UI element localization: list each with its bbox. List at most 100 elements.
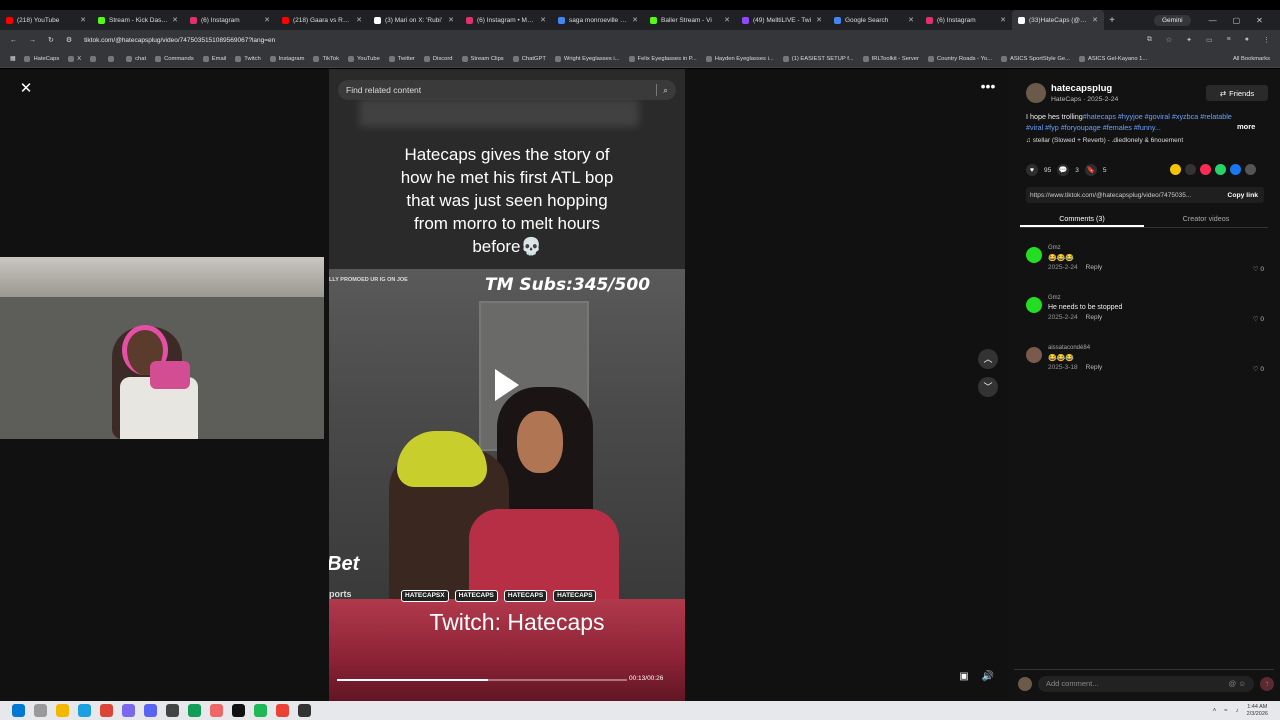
apps-icon[interactable]: ▦ (10, 56, 15, 62)
sidepanel-icon[interactable]: ▭ (1206, 36, 1213, 44)
bookmark-item[interactable]: Email (202, 55, 226, 62)
bookmark-item[interactable]: TikTok (313, 55, 339, 62)
bookmark-item[interactable]: Twitch (235, 55, 261, 62)
bookmark-item[interactable]: ASICS Gel-Kayano 1... (1078, 55, 1147, 62)
browser-tab[interactable]: (6) Instagram ✕ (920, 10, 1012, 30)
browser-tab[interactable]: Stream - Kick Dashbo ✕ (92, 10, 184, 30)
more-button[interactable]: more (1237, 122, 1255, 131)
back-icon[interactable]: ← (10, 37, 17, 44)
search-icon[interactable]: ⌕ (663, 85, 668, 96)
files-icon[interactable] (56, 704, 69, 717)
volume-icon[interactable]: 🔊 (980, 671, 996, 687)
comment-input[interactable]: Add comment... @ ☺ (1038, 675, 1254, 692)
avatar[interactable] (1026, 347, 1042, 363)
search-icon[interactable] (34, 704, 47, 717)
browser-tab[interactable]: (33)HateCaps (@hat ✕ (1012, 10, 1104, 30)
facebook-icon[interactable] (1230, 164, 1241, 175)
terminal-icon[interactable] (232, 704, 245, 717)
cast-icon[interactable]: ≡ (1227, 36, 1231, 44)
maximize-icon[interactable]: ▢ (1233, 16, 1241, 25)
bookmark-item[interactable] (90, 55, 99, 62)
extensions-icon[interactable]: ✦ (1186, 36, 1192, 44)
new-tab-icon[interactable]: + (1104, 15, 1120, 26)
reply-button[interactable]: Reply (1086, 264, 1103, 271)
close-tab-icon[interactable]: ✕ (632, 16, 638, 24)
comment-author[interactable]: Gmz (1048, 245, 1061, 251)
browser-tab[interactable]: (3) Mari on X: 'Rubi' ✕ (368, 10, 460, 30)
search-input[interactable]: Find related content ⌕ (338, 80, 676, 100)
bookmark-star-icon[interactable]: ☆ (1166, 36, 1172, 44)
browser-tab[interactable]: Google Search ✕ (828, 10, 920, 30)
close-tab-icon[interactable]: ✕ (816, 16, 822, 24)
username[interactable]: hatecapsplug (1051, 83, 1112, 94)
site-info-icon[interactable]: ⚙ (66, 36, 72, 44)
tab-creator-videos[interactable]: Creator videos (1144, 211, 1268, 227)
embed-icon[interactable] (1185, 164, 1196, 175)
comment-author[interactable]: aissatacondé84 (1048, 345, 1090, 351)
start-icon[interactable] (12, 704, 25, 717)
close-tab-icon[interactable]: ✕ (448, 16, 454, 24)
browser-tab[interactable]: (49) MelltiLIVE - Twi ✕ (736, 10, 828, 30)
install-icon[interactable]: ⧉ (1147, 36, 1152, 44)
like-icon[interactable]: ♥ (1026, 164, 1038, 176)
bookmark-item[interactable]: chat (126, 55, 146, 62)
browser-tab[interactable]: (6) Instagram • Mess ✕ (460, 10, 552, 30)
browser-tab[interactable]: (6) Instagram ✕ (184, 10, 276, 30)
share-icon[interactable] (1200, 164, 1211, 175)
whatsapp-icon[interactable] (1215, 164, 1226, 175)
mention-icon[interactable]: @ (1229, 679, 1237, 688)
chrome-icon[interactable] (100, 704, 113, 717)
emoji-icon[interactable]: ☺ (1238, 679, 1246, 688)
close-tab-icon[interactable]: ✕ (264, 16, 270, 24)
profile-avatar[interactable]: ● (1245, 36, 1249, 44)
video-player[interactable]: Hatecaps gives the story of how he met h… (329, 69, 685, 701)
app-icon[interactable] (188, 704, 201, 717)
friends-button[interactable]: ⇄ Friends (1206, 85, 1268, 101)
bookmark-item[interactable]: HateCaps (24, 55, 59, 62)
chevron-up-icon[interactable]: ˄ (1213, 708, 1217, 714)
close-icon[interactable]: ✕ (18, 81, 34, 97)
bookmark-item[interactable]: Twitter (388, 55, 415, 62)
bookmark-item[interactable]: Wright Eyeglasses i... (554, 55, 620, 62)
bookmark-item[interactable]: Commands (155, 55, 194, 62)
bookmark-item[interactable]: Instagram (269, 55, 304, 62)
avatar[interactable] (1026, 247, 1042, 263)
progress-bar[interactable] (337, 679, 627, 681)
comment-like[interactable]: ♡ 0 (1253, 315, 1264, 323)
reply-button[interactable]: Reply (1086, 364, 1103, 371)
close-tab-icon[interactable]: ✕ (356, 16, 362, 24)
bookmark-item[interactable]: X (68, 55, 81, 62)
previous-video-icon[interactable]: ︿ (978, 349, 998, 369)
share-friends-icon[interactable] (1170, 164, 1181, 175)
browser-tab[interactable]: (218) YouTube ✕ (0, 10, 92, 30)
app-icon[interactable] (122, 704, 135, 717)
close-tab-icon[interactable]: ✕ (1000, 16, 1006, 24)
bookmark-item[interactable]: ChatGPT (512, 55, 546, 62)
bookmark-item[interactable]: Felix Eyeglasses in P... (628, 55, 697, 62)
discord-icon[interactable] (144, 704, 157, 717)
url-field[interactable]: tiktok.com/@hatecapsplug/video/747503515… (84, 37, 1135, 44)
close-window-icon[interactable]: ✕ (1256, 16, 1263, 25)
next-video-icon[interactable]: ﹀ (978, 377, 998, 397)
close-tab-icon[interactable]: ✕ (1092, 16, 1098, 24)
window-controls[interactable]: — ▢ ✕ (1209, 16, 1263, 25)
avatar[interactable] (1026, 297, 1042, 313)
more-options-icon[interactable]: ••• (978, 79, 998, 97)
tab-comments[interactable]: Comments (3) (1020, 211, 1144, 227)
chrome-icon[interactable] (276, 704, 289, 717)
avatar[interactable] (1026, 83, 1046, 103)
app-icon[interactable] (298, 704, 311, 717)
close-tab-icon[interactable]: ✕ (540, 16, 546, 24)
close-tab-icon[interactable]: ✕ (80, 16, 86, 24)
gemini-button[interactable]: Gemini (1154, 14, 1191, 26)
captions-icon[interactable]: ▣ (956, 671, 972, 687)
bookmark-item[interactable]: Hayden Eyeglasses i... (705, 55, 774, 62)
close-tab-icon[interactable]: ✕ (172, 16, 178, 24)
minimize-icon[interactable]: — (1209, 16, 1217, 25)
music-info[interactable]: ♫ stellar (Slowed + Reverb) - .diedlonel… (1026, 137, 1183, 144)
browser-tab[interactable]: Baller Stream - Vi ✕ (644, 10, 736, 30)
more-share-icon[interactable] (1245, 164, 1256, 175)
browser-tab[interactable]: saga monroeville - G ✕ (552, 10, 644, 30)
menu-icon[interactable]: ⋮ (1263, 36, 1270, 44)
comment-like[interactable]: ♡ 0 (1253, 265, 1264, 273)
